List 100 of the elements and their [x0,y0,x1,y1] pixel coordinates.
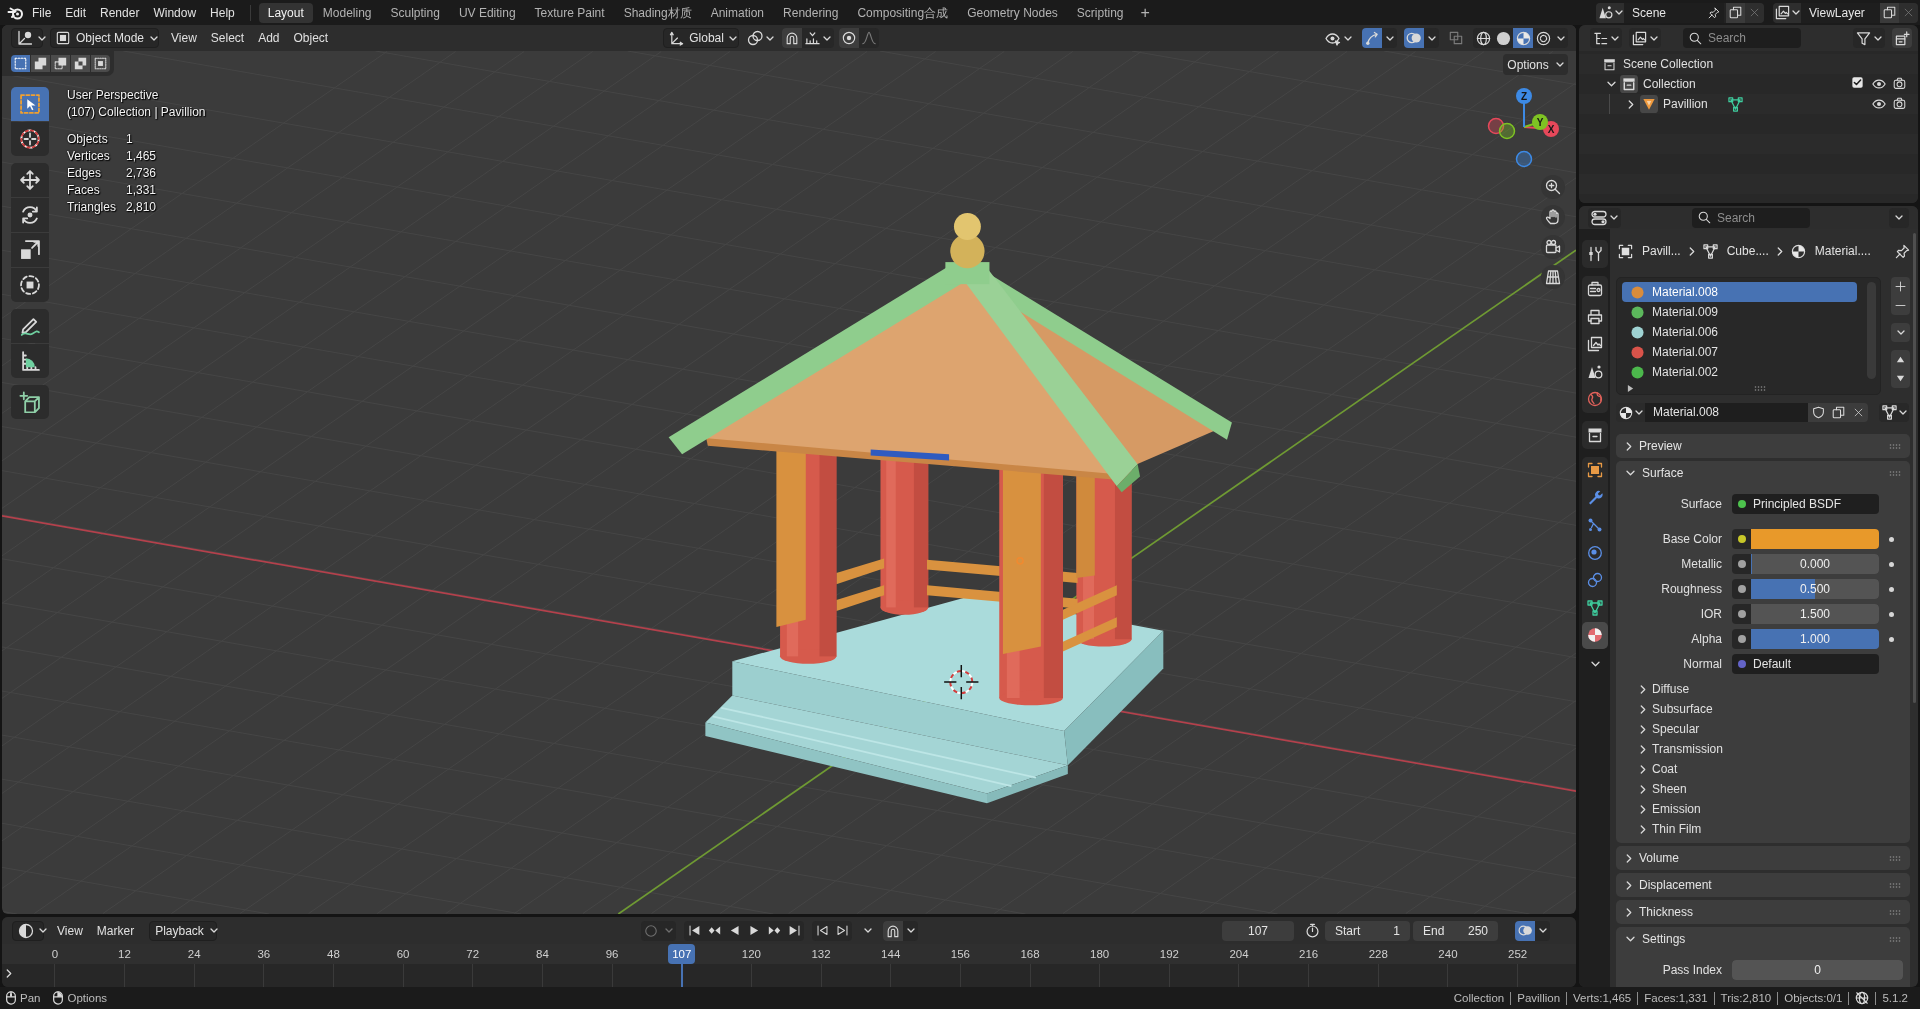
menu-item[interactable]: Window [146,2,204,23]
subpanel-header[interactable]: Subsurface [1616,699,1910,719]
add-workspace-tab[interactable]: + [1133,2,1157,23]
panel-header[interactable]: Surface [1616,461,1910,485]
tool-button[interactable] [11,122,49,156]
panel-header[interactable]: Settings [1616,927,1910,951]
subpanel-header[interactable]: Coat [1616,759,1910,779]
orientation-dropdown[interactable]: Global [663,28,740,48]
end-frame-field[interactable]: End 250 [1413,920,1498,941]
triangle-right-icon[interactable] [1627,383,1634,393]
gizmo-toggle[interactable] [1362,28,1382,48]
axis-handle[interactable] [1487,117,1505,135]
slider-track[interactable]: 1.000 [1751,629,1879,649]
select-mode-button[interactable] [91,55,110,72]
copy-button[interactable] [1880,2,1899,23]
material-slot[interactable]: Material.002 [1622,362,1857,382]
mesh-triangle-icon[interactable] [1727,96,1743,112]
snap-toggle[interactable] [883,920,904,941]
snap-toggle[interactable] [782,28,803,48]
checkbox[interactable] [1852,77,1863,88]
eye-icon[interactable] [1871,97,1886,111]
chevron-down-icon[interactable] [1591,661,1600,667]
slider-track[interactable]: 0.500 [1751,579,1879,599]
tool-button[interactable] [11,385,49,419]
panel-header[interactable]: Preview [1616,434,1910,458]
remove-slot-button[interactable] [1891,296,1910,315]
tool-button[interactable] [11,163,49,197]
menu-item[interactable]: Select [203,28,252,48]
scene-browse-button[interactable] [1596,2,1624,23]
editor-type-button[interactable] [12,920,44,941]
outliner-item[interactable]: Collection [1643,77,1696,91]
workspace-tab[interactable]: Shading材质 [614,2,701,23]
tool-button[interactable] [11,309,49,343]
menu-item[interactable]: Add [251,28,287,48]
pin-icon[interactable] [1895,243,1910,259]
start-frame-field[interactable]: Start 1 [1325,920,1410,941]
options-menu-button[interactable] [1889,207,1909,228]
current-frame-field[interactable]: 107 [1222,920,1294,941]
subpanel-header[interactable]: Thin Film [1616,819,1910,839]
menu-item[interactable]: Edit [58,2,94,23]
playback-dropdown[interactable]: Playback [149,920,218,941]
search-field[interactable]: Search [1692,207,1810,228]
color-swatch[interactable] [1751,529,1879,549]
tool-button[interactable] [11,344,49,378]
menu-item[interactable]: File [25,2,59,23]
number-field[interactable]: 1.500 [1751,604,1879,624]
subpanel-header[interactable]: Transmission [1616,739,1910,759]
menu-item[interactable]: Object [286,28,336,48]
overlay-toggle[interactable] [1404,28,1424,48]
proportional-edit-toggle[interactable] [839,28,860,48]
material-slot[interactable]: Material.007 [1622,342,1857,362]
chevron-down-icon[interactable] [1606,81,1616,87]
display-mode-button[interactable] [1590,28,1622,48]
filter-view-button[interactable] [1629,28,1661,48]
panel-header[interactable]: Volume [1616,846,1910,870]
scene-name-field[interactable]: Scene [1624,2,1704,23]
axis-handle[interactable]: Y [1532,114,1548,130]
view-overlay-button[interactable] [1515,920,1535,941]
panel-header[interactable]: Displacement [1616,873,1910,897]
material-slot[interactable]: Material.006 [1622,322,1857,342]
search-field[interactable]: Search [1683,28,1801,48]
dot-icon[interactable] [1888,611,1894,617]
menu-item[interactable]: Marker [89,920,142,941]
select-mode-button[interactable] [71,55,90,72]
workspace-tab[interactable]: Geometry Nodes [958,2,1067,23]
workspace-tab[interactable]: Animation [701,2,774,23]
workspace-tab[interactable]: Rendering [774,2,848,23]
slider-track[interactable]: 0.000 [1751,554,1879,574]
subpanel-header[interactable]: Specular [1616,719,1910,739]
scrollbar[interactable] [1913,233,1916,703]
camera-view-button[interactable] [1541,235,1565,259]
subpanel-header[interactable]: Sheen [1616,779,1910,799]
menu-item[interactable]: View [164,28,204,48]
editor-type-button[interactable] [1588,207,1621,228]
options-button[interactable]: Options [1503,54,1568,75]
workspace-tab[interactable]: Scripting [1067,2,1133,23]
workspace-tab[interactable]: Layout [258,2,313,23]
workspace-tab[interactable]: Sculpting [381,2,449,23]
copy-button[interactable] [1726,2,1745,23]
link-field[interactable]: Default [1732,654,1879,674]
dot-icon[interactable] [1888,561,1894,567]
axis-handle[interactable]: Z [1516,88,1532,104]
slot-menu-button[interactable] [1891,323,1910,342]
unlink-button[interactable] [1848,403,1868,422]
select-mode-button[interactable] [11,55,30,72]
link-field[interactable]: Principled BSDF [1732,494,1879,514]
perspective-toggle[interactable] [1541,265,1565,289]
zoom-button[interactable] [1541,175,1565,199]
editor-type-button[interactable] [11,28,43,48]
new-collection-button[interactable] [1892,28,1912,48]
material-slot[interactable]: Material.008 [1622,282,1857,302]
select-mode-button[interactable] [31,55,50,72]
tool-button[interactable] [11,198,49,232]
playhead[interactable]: 107 [668,944,696,987]
axis-handle[interactable] [1498,122,1516,140]
move-up-button[interactable] [1891,350,1910,369]
subpanel-header[interactable]: Diffuse [1616,679,1910,699]
workspace-tab[interactable]: Modeling [313,2,381,23]
subpanel-header[interactable]: Emission [1616,799,1910,819]
tool-button[interactable] [11,268,49,302]
